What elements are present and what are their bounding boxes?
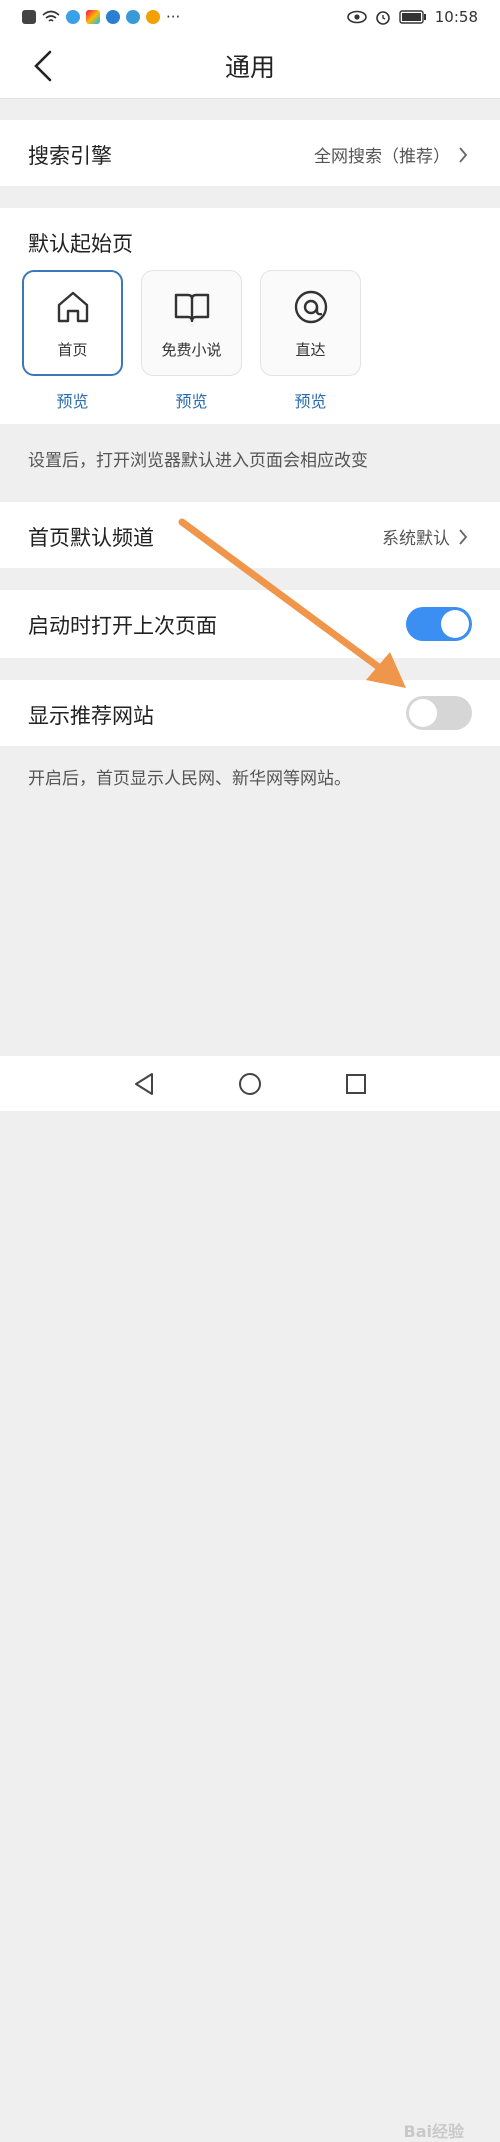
status-time: 10:58 — [434, 8, 478, 26]
start-tile-novel-button[interactable]: 免费小说 — [141, 270, 242, 376]
start-page-note: 设置后，打开浏览器默认进入页面会相应改变 — [28, 451, 368, 471]
start-page-tiles: 首页 预览 免费小说 预览 直达 预览 — [22, 270, 361, 412]
home-channel-label: 首页默认频道 — [28, 526, 154, 550]
app-header: 通用 — [0, 34, 500, 99]
nav-home-icon[interactable] — [236, 1070, 264, 1098]
alarm-icon — [375, 11, 390, 25]
start-tile-label: 首页 — [57, 340, 88, 359]
home-channel-row[interactable]: 首页默认频道 系统默认 — [0, 502, 500, 568]
system-nav-bar: Bai经验 — [0, 1056, 500, 2141]
nav-back-icon[interactable] — [130, 1070, 158, 1098]
default-start-section: 默认起始页 首页 预览 免费小说 预览 直达 预览 — [0, 208, 500, 424]
toggle-knob — [441, 610, 469, 638]
search-engine-value: 全网搜索（推荐） — [314, 142, 468, 167]
status-left-icons: ··· — [22, 8, 180, 26]
restore-last-toggle[interactable] — [406, 607, 472, 641]
app-icon-weibo — [146, 10, 160, 24]
recommended-sites-note: 开启后，首页显示人民网、新华网等网站。 — [28, 769, 351, 789]
start-tile-home-button[interactable]: 首页 — [22, 270, 123, 376]
chevron-right-icon — [459, 146, 468, 163]
preview-link[interactable]: 预览 — [294, 388, 326, 412]
restore-last-row: 启动时打开上次页面 — [0, 590, 500, 658]
home-channel-value: 系统默认 — [382, 524, 468, 549]
page-title: 通用 — [224, 53, 275, 82]
home-icon — [57, 291, 88, 322]
nav-recent-icon[interactable] — [342, 1070, 370, 1098]
home-channel-value-text: 系统默认 — [382, 529, 450, 549]
status-right-icons: 10:58 — [346, 8, 478, 26]
app-icon-qq — [66, 10, 80, 24]
search-engine-label: 搜索引擎 — [28, 144, 112, 168]
more-notifications: ··· — [166, 8, 181, 26]
recommended-sites-toggle[interactable] — [406, 696, 472, 730]
eye-icon — [346, 10, 367, 24]
start-tile-direct-button[interactable]: 直达 — [260, 270, 361, 376]
app-icon-browser — [126, 10, 140, 24]
notification-icon — [22, 10, 36, 24]
wifi-icon — [42, 10, 60, 22]
start-tile-direct: 直达 预览 — [260, 270, 361, 412]
start-tile-novel: 免费小说 预览 — [141, 270, 242, 412]
preview-link[interactable]: 预览 — [175, 388, 207, 412]
status-bar: ··· 10:58 — [0, 0, 500, 34]
start-tile-label: 直达 — [295, 340, 326, 359]
app-icon-colorful — [86, 10, 100, 24]
recommended-sites-row: 显示推荐网站 — [0, 680, 500, 746]
recommended-sites-label: 显示推荐网站 — [28, 704, 154, 728]
watermark-logo: Bai经验 — [403, 2122, 464, 2141]
search-engine-value-text: 全网搜索（推荐） — [314, 147, 450, 167]
default-start-title: 默认起始页 — [28, 232, 133, 256]
start-tile-label: 免费小说 — [161, 340, 222, 359]
book-icon — [174, 293, 209, 322]
app-icon-music — [106, 10, 120, 24]
preview-link[interactable]: 预览 — [56, 388, 88, 412]
toggle-knob — [409, 699, 437, 727]
start-tile-home: 首页 预览 — [22, 270, 123, 412]
battery-icon — [399, 10, 426, 24]
chevron-right-icon — [459, 528, 468, 545]
at-icon — [294, 290, 327, 323]
search-engine-row[interactable]: 搜索引擎 全网搜索（推荐） — [0, 120, 500, 186]
restore-last-label: 启动时打开上次页面 — [28, 614, 217, 638]
